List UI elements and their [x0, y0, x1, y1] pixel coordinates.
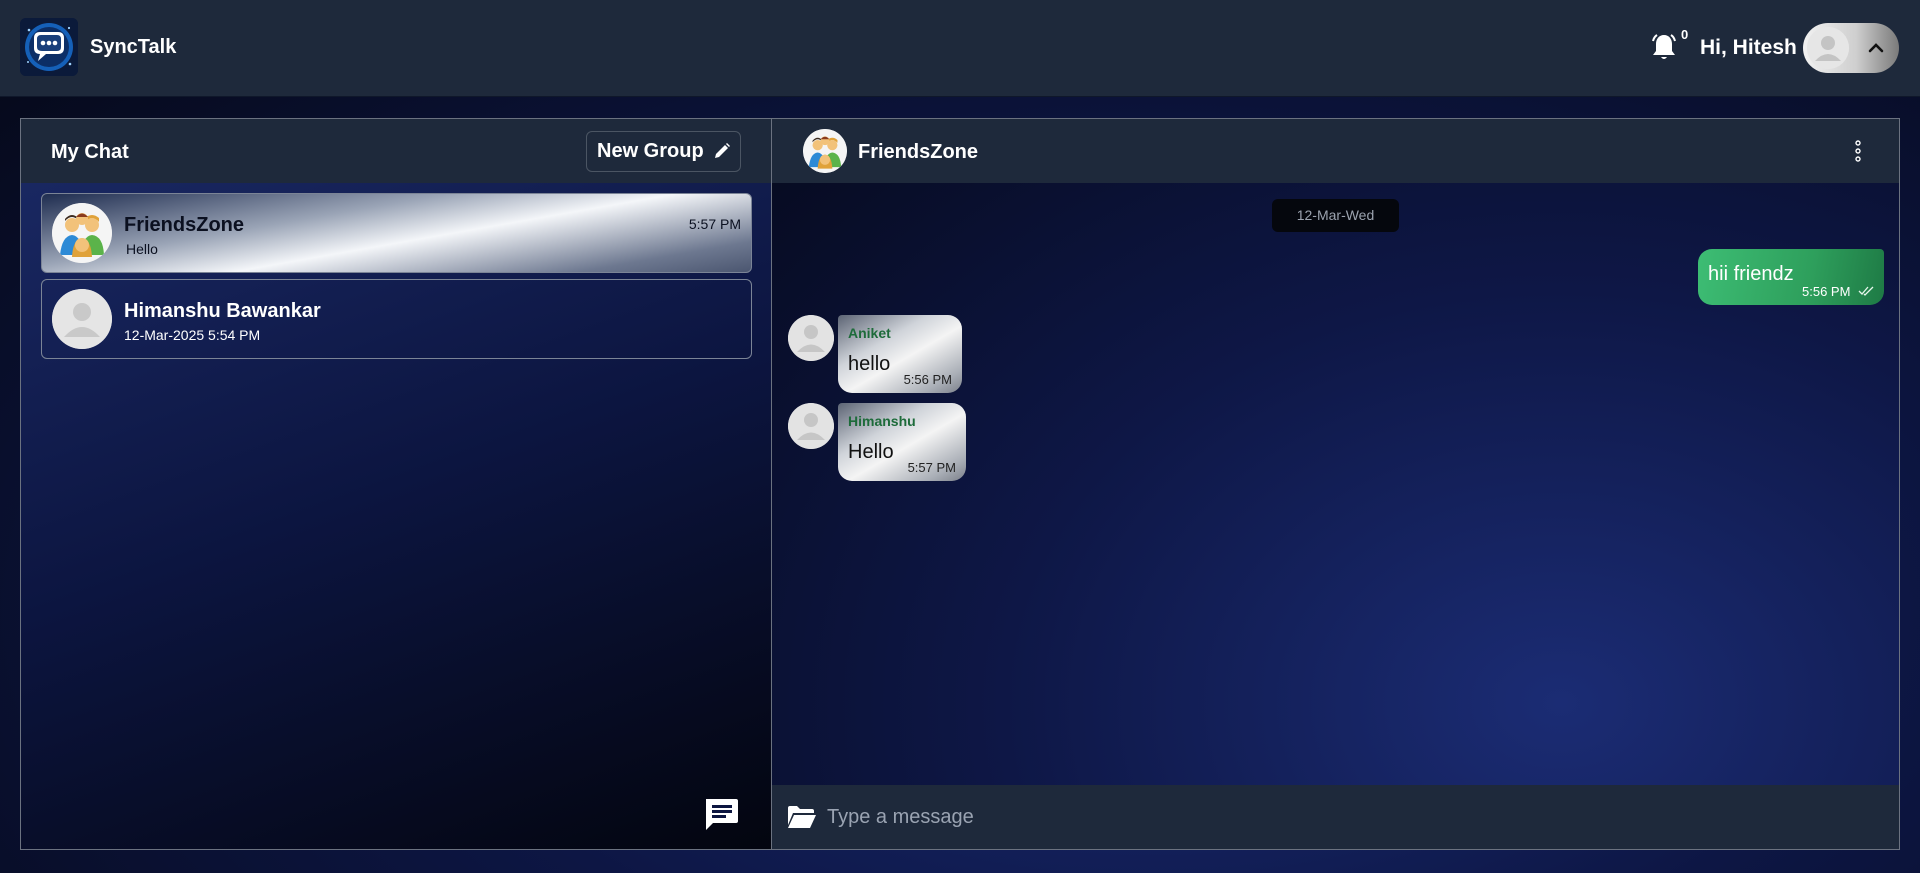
conversation-header: FriendsZone	[772, 119, 1899, 183]
avatar-icon[interactable]	[788, 403, 834, 449]
chat-icon[interactable]	[702, 795, 740, 833]
message-text: Hello	[848, 441, 894, 463]
new-group-label: New Group	[597, 140, 704, 162]
chat-name: Himanshu Bawankar	[124, 300, 321, 322]
profile-menu-toggle[interactable]	[1803, 23, 1899, 73]
kebab-menu-icon[interactable]	[1852, 139, 1864, 163]
message-sender: Aniket	[848, 325, 891, 341]
message-time: 5:56 PM	[903, 372, 952, 387]
folder-open-icon[interactable]	[787, 805, 817, 829]
new-group-button[interactable]: New Group	[586, 131, 741, 172]
message-text: hii friendz	[1708, 263, 1794, 285]
conversation-pane: FriendsZone 12-Mar-Wed hii friendz 5:56 …	[772, 119, 1899, 849]
chat-list-title: My Chat	[51, 141, 129, 163]
conversation-title: FriendsZone	[858, 141, 979, 163]
notification-count: 0	[1681, 27, 1689, 42]
bell-icon[interactable]	[1650, 32, 1678, 62]
chat-list-item[interactable]: Himanshu Bawankar 12-Mar-2025 5:54 PM	[41, 279, 752, 359]
message-input[interactable]	[827, 799, 1867, 835]
chat-name: FriendsZone	[124, 214, 245, 236]
chat-list-item[interactable]: FriendsZone Hello 5:57 PM	[41, 193, 752, 273]
top-bar: SyncTalk 0 Hi, Hitesh	[0, 0, 1920, 97]
user-greeting: Hi, Hitesh	[1700, 36, 1797, 59]
avatar-icon	[52, 289, 112, 349]
app-brand: SyncTalk	[90, 36, 177, 58]
chevron-up-icon	[1868, 43, 1884, 53]
chat-frame: My Chat New Group FriendsZone Hello 5:57…	[20, 118, 1900, 850]
chat-time: 5:57 PM	[688, 216, 741, 232]
message-text: hello	[848, 353, 891, 375]
message-sender: Himanshu	[848, 413, 916, 429]
outgoing-message[interactable]: hii friendz 5:56 PM	[1698, 249, 1884, 305]
pencil-icon	[715, 143, 730, 158]
avatar-icon[interactable]	[788, 315, 834, 361]
group-avatar-icon[interactable]	[803, 129, 847, 173]
message-time: 5:57 PM	[907, 460, 956, 475]
chat-list-pane: My Chat New Group FriendsZone Hello 5:57…	[21, 119, 772, 849]
message-composer	[772, 785, 1899, 849]
message-time: 5:56 PM	[1802, 284, 1851, 299]
chat-last-message: Hello	[126, 241, 158, 257]
incoming-message[interactable]: Himanshu Hello 5:57 PM	[838, 403, 966, 481]
app-logo[interactable]	[20, 18, 78, 76]
incoming-message[interactable]: Aniket hello 5:56 PM	[838, 315, 962, 393]
avatar-icon	[1807, 27, 1849, 69]
double-check-icon	[1858, 286, 1874, 296]
date-divider: 12-Mar-Wed	[1272, 199, 1399, 232]
chat-last-message: 12-Mar-2025 5:54 PM	[124, 327, 261, 343]
chat-list-header: My Chat New Group	[21, 119, 771, 183]
group-avatar-icon	[52, 203, 112, 263]
